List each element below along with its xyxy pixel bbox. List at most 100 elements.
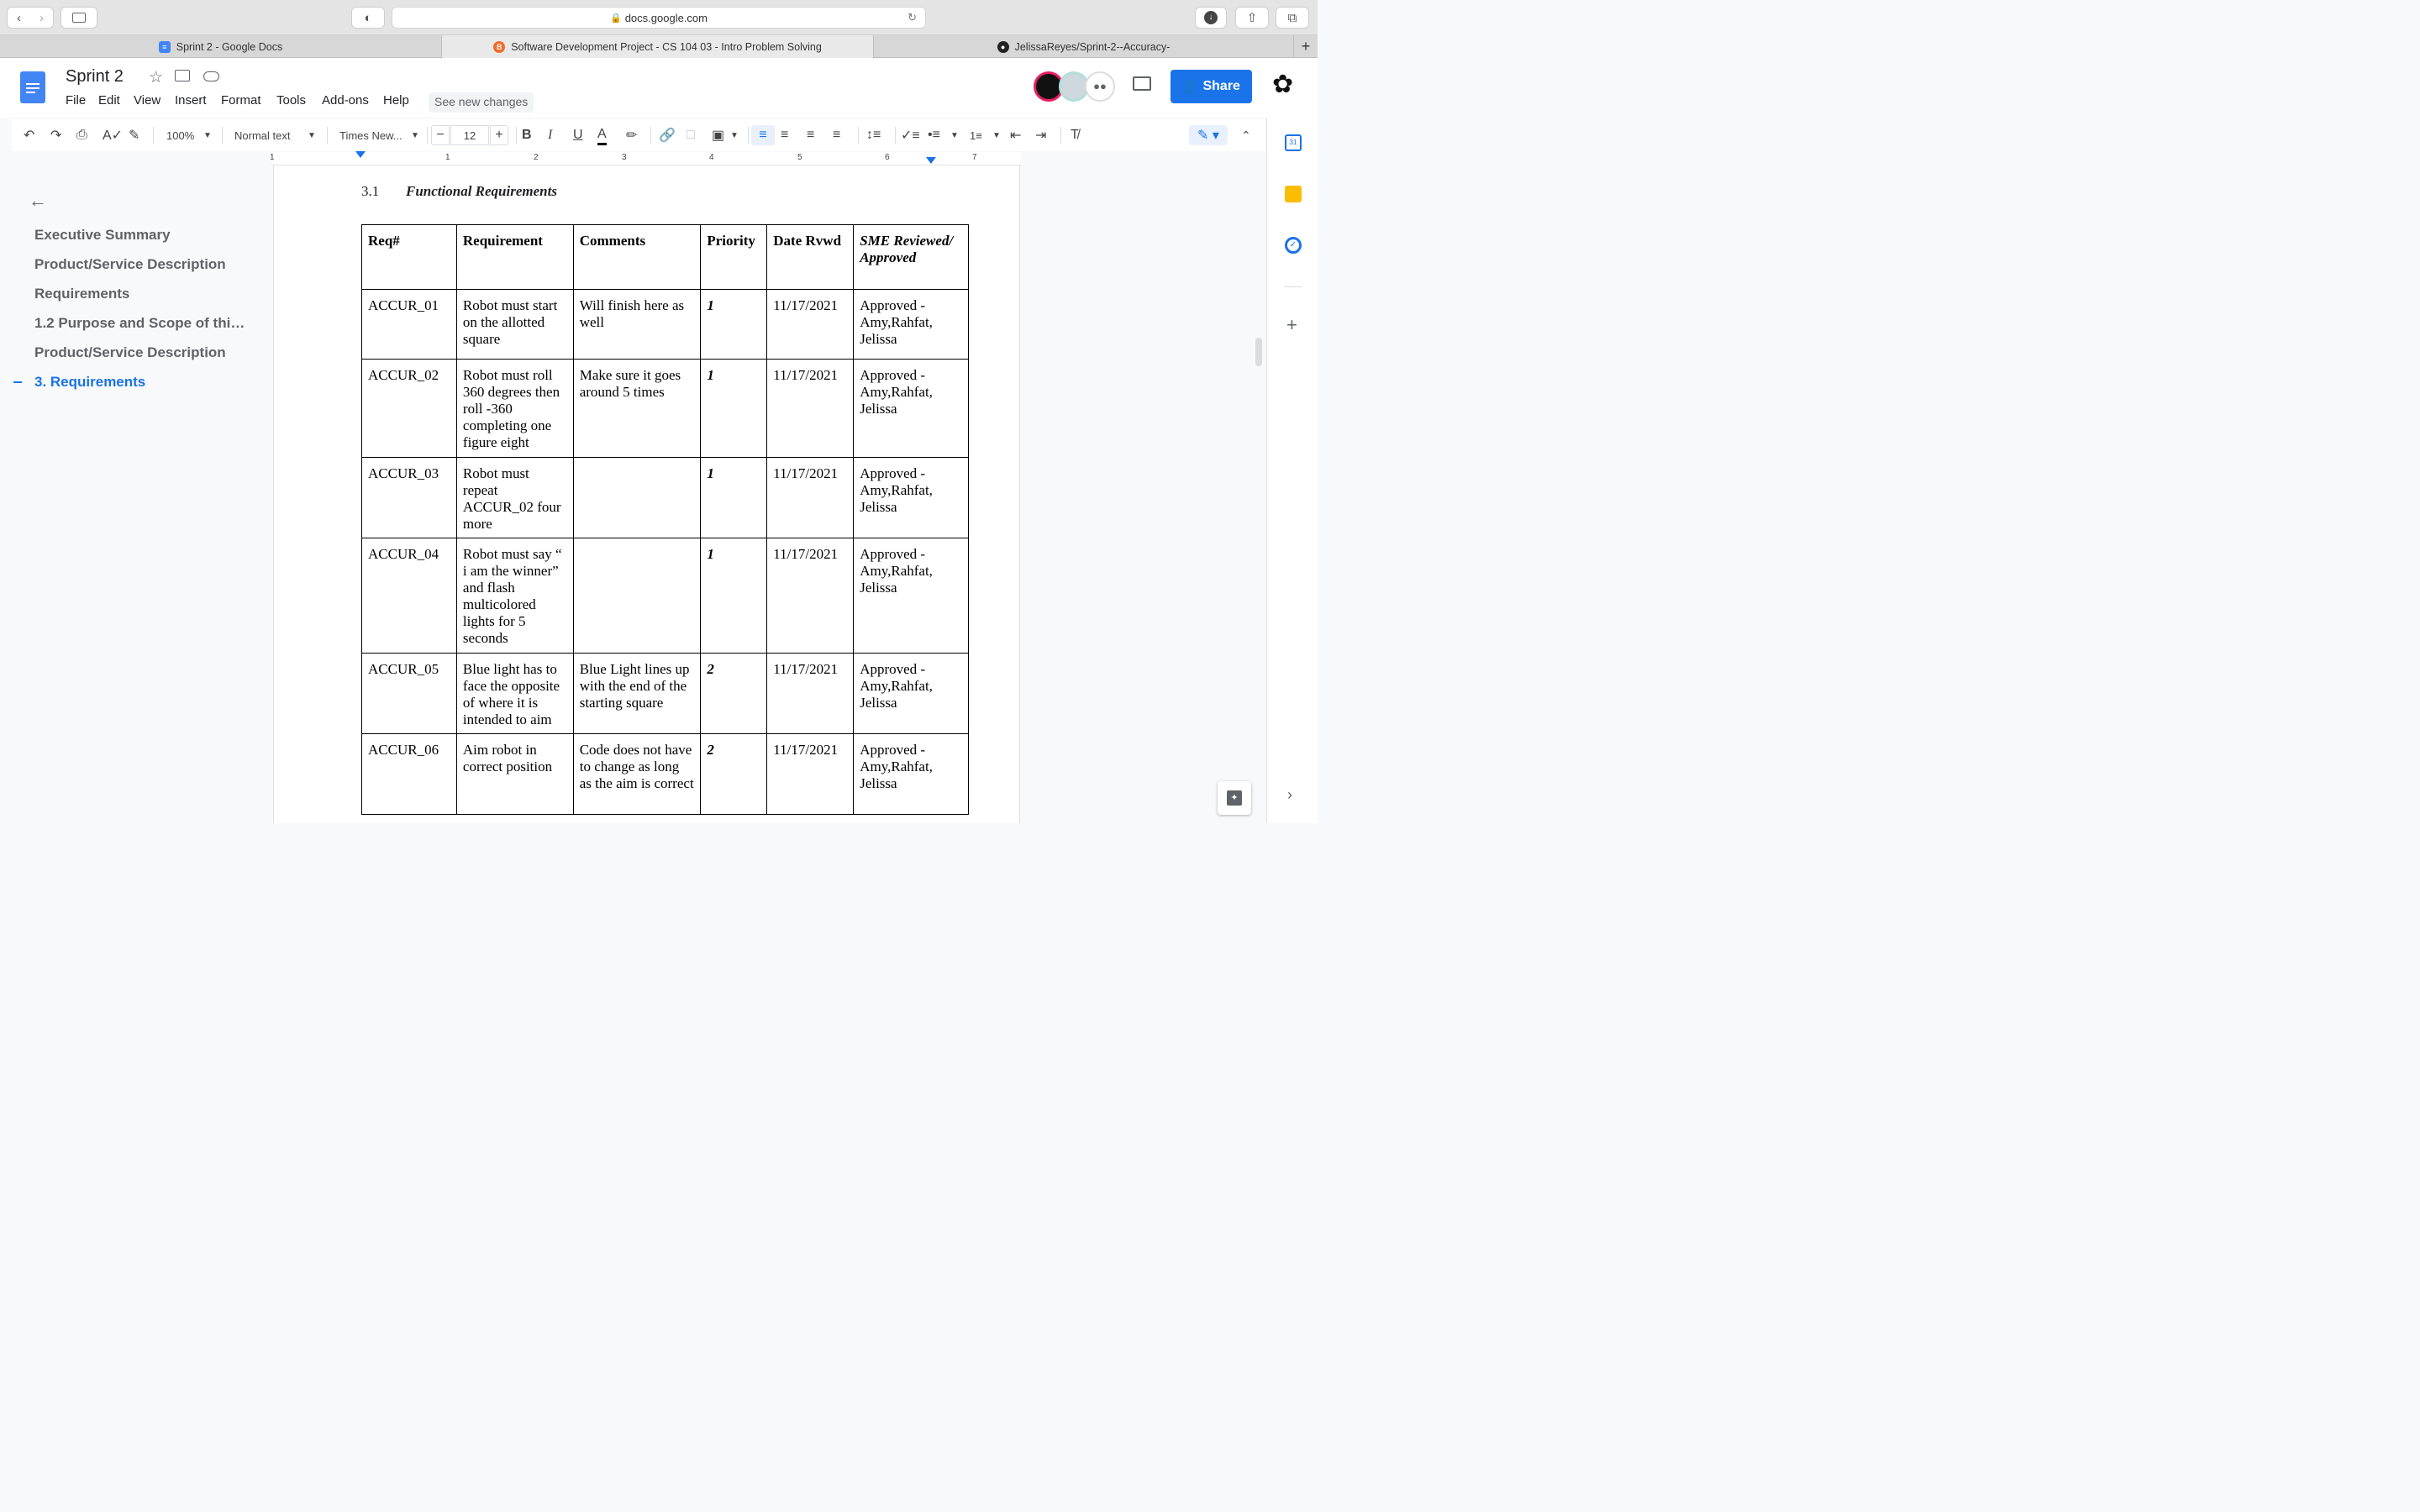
vertical-scrollbar-thumb[interactable] xyxy=(1255,338,1262,366)
move-folder-icon[interactable] xyxy=(175,70,190,81)
tab-google-docs[interactable]: ≡ Sprint 2 - Google Docs xyxy=(0,35,442,58)
tasks-icon[interactable]: ✓ xyxy=(1285,237,1302,254)
tab-software-project[interactable]: B Software Development Project - CS 104 … xyxy=(442,35,874,58)
address-bar[interactable]: 🔒 docs.google.com ↻ xyxy=(392,7,926,29)
explore-button[interactable]: ✦ xyxy=(1218,781,1251,815)
paint-format-icon[interactable]: ✎ xyxy=(129,125,139,145)
redo-icon[interactable]: ↷ xyxy=(50,125,61,145)
line-spacing-icon[interactable]: ↕≡ xyxy=(866,125,881,145)
chevron-down-icon[interactable]: ▼ xyxy=(992,125,1001,145)
outline-item-purpose-scope[interactable]: 1.2 Purpose and Scope of thi… xyxy=(34,315,245,332)
cloud-status-icon[interactable] xyxy=(203,71,219,81)
chevron-down-icon[interactable]: ▼ xyxy=(308,125,316,145)
cell-req-id[interactable]: ACCUR_02 xyxy=(361,359,457,458)
cell-comments[interactable] xyxy=(572,538,702,654)
italic-button[interactable]: I xyxy=(548,125,552,145)
cell-priority[interactable]: 1 xyxy=(700,457,768,538)
cell-approval[interactable]: Approved - Amy,Rahfat, Jelissa xyxy=(853,289,969,360)
decrease-indent-icon[interactable]: ⇤ xyxy=(1010,125,1021,145)
bulleted-list-icon[interactable]: •≡ xyxy=(928,125,940,145)
outline-item-3-requirements[interactable]: 3. Requirements xyxy=(34,374,145,391)
cell-comments[interactable]: Blue Light lines up with the end of the … xyxy=(572,653,702,734)
cell-req-id[interactable]: ACCUR_01 xyxy=(361,289,457,360)
cell-approval[interactable]: Approved - Amy,Rahfat, Jelissa xyxy=(853,733,969,815)
increase-indent-icon[interactable]: ⇥ xyxy=(1035,125,1046,145)
spellcheck-icon[interactable]: A✓ xyxy=(103,125,123,145)
align-right-icon[interactable]: ≡ xyxy=(807,125,814,145)
outline-item-product-description[interactable]: Product/Service Description xyxy=(34,256,226,273)
add-addon-icon[interactable]: + xyxy=(1286,314,1297,336)
new-tab-button[interactable]: + xyxy=(1294,35,1318,58)
cell-comments[interactable] xyxy=(572,457,702,538)
cell-priority[interactable]: 1 xyxy=(700,289,768,360)
cell-priority[interactable]: 2 xyxy=(700,733,768,815)
outline-item-product-description-2[interactable]: Product/Service Description xyxy=(34,344,226,361)
document-title[interactable]: Sprint 2 xyxy=(66,67,124,87)
justify-icon[interactable]: ≡ xyxy=(833,125,840,145)
cell-approval[interactable]: Approved - Amy,Rahfat, Jelissa xyxy=(853,457,969,538)
share-button[interactable]: 👤 Share xyxy=(1171,70,1252,103)
cell-req-id[interactable]: ACCUR_06 xyxy=(361,733,457,815)
cell-date[interactable]: 11/17/2021 xyxy=(766,733,855,815)
text-color-button[interactable]: A xyxy=(597,125,607,145)
menu-format[interactable]: Format xyxy=(221,93,261,108)
back-icon[interactable]: ‹ xyxy=(8,11,30,25)
menu-help[interactable]: Help xyxy=(383,93,409,108)
cell-requirement[interactable]: Blue light has to face the opposite of w… xyxy=(455,653,574,734)
font-select[interactable]: Times New... xyxy=(339,125,402,145)
chevron-down-icon[interactable]: ▼ xyxy=(411,125,419,145)
chevron-down-icon[interactable]: ▼ xyxy=(730,125,739,145)
bold-button[interactable]: B xyxy=(522,125,532,145)
cell-date[interactable]: 11/17/2021 xyxy=(766,653,855,734)
calendar-icon[interactable]: 31 xyxy=(1285,134,1302,151)
docs-logo-icon[interactable] xyxy=(20,71,45,103)
star-icon[interactable]: ☆ xyxy=(149,68,163,87)
align-center-icon[interactable]: ≡ xyxy=(781,125,788,145)
cell-comments[interactable]: Will finish here as well xyxy=(572,289,702,360)
checklist-icon[interactable]: ✓≡ xyxy=(901,125,920,145)
menu-addons[interactable]: Add-ons xyxy=(322,93,369,108)
privacy-button[interactable]: ◐ xyxy=(351,7,385,29)
cell-req-id[interactable]: ACCUR_05 xyxy=(361,653,457,734)
requirements-table[interactable]: Req# Requirement Comments Priority Date … xyxy=(361,224,969,815)
paragraph-style-select[interactable]: Normal text xyxy=(234,125,290,145)
downloads-button[interactable]: ↓ xyxy=(1195,7,1227,29)
menu-tools[interactable]: Tools xyxy=(276,93,306,108)
account-avatar[interactable]: ✿ xyxy=(1272,70,1293,99)
editing-mode-button[interactable]: ✎ ▾ xyxy=(1189,125,1228,145)
tab-github[interactable]: ● JelissaReyes/Sprint-2--Accuracy- xyxy=(874,35,1294,58)
expand-panel-icon[interactable]: › xyxy=(1287,786,1292,804)
cell-requirement[interactable]: Robot must start on the allotted square xyxy=(455,289,574,360)
collapse-toolbar-icon[interactable]: ⌃ xyxy=(1241,125,1251,145)
back-forward-buttons[interactable]: ‹ › xyxy=(7,7,54,29)
cell-requirement[interactable]: Robot must repeat ACCUR_02 four more xyxy=(455,457,574,538)
cell-date[interactable]: 11/17/2021 xyxy=(766,457,855,538)
add-comment-icon[interactable]: □ xyxy=(687,125,695,145)
cell-comments[interactable]: Code does not have to change as long as … xyxy=(572,733,702,815)
cell-date[interactable]: 11/17/2021 xyxy=(766,359,855,458)
cell-requirement[interactable]: Robot must roll 360 degrees then roll -3… xyxy=(455,359,574,458)
reload-icon[interactable]: ↻ xyxy=(908,11,917,24)
zoom-select[interactable]: 100% xyxy=(166,125,194,145)
link-icon[interactable]: 🔗 xyxy=(659,125,676,145)
outline-item-executive-summary[interactable]: Executive Summary xyxy=(34,227,171,244)
cell-req-id[interactable]: ACCUR_04 xyxy=(361,538,457,654)
font-size-input[interactable]: 12 xyxy=(450,125,489,145)
chevron-down-icon[interactable]: ▼ xyxy=(950,125,959,145)
menu-view[interactable]: View xyxy=(134,93,160,108)
increase-font-size-button[interactable]: + xyxy=(490,125,508,145)
ruler[interactable]: 1 1 2 3 4 5 6 7 xyxy=(270,151,1021,165)
align-left-icon[interactable]: ≡ xyxy=(751,125,775,145)
cell-requirement[interactable]: Robot must say “ i am the winner” and fl… xyxy=(455,538,574,654)
keep-icon[interactable] xyxy=(1285,186,1302,202)
menu-edit[interactable]: Edit xyxy=(98,93,120,108)
cell-requirement[interactable]: Aim robot in correct position xyxy=(455,733,574,815)
left-indent-marker[interactable] xyxy=(355,151,366,158)
menu-file[interactable]: File xyxy=(66,93,86,108)
anonymous-users-icon[interactable]: ●● xyxy=(1085,71,1115,102)
close-outline-icon[interactable]: ← xyxy=(29,190,47,212)
cell-comments[interactable]: Make sure it goes around 5 times xyxy=(572,359,702,458)
comments-icon[interactable] xyxy=(1133,76,1151,91)
cell-approval[interactable]: Approved - Amy,Rahfat, Jelissa xyxy=(853,653,969,734)
numbered-list-icon[interactable]: 1≡ xyxy=(970,125,982,145)
